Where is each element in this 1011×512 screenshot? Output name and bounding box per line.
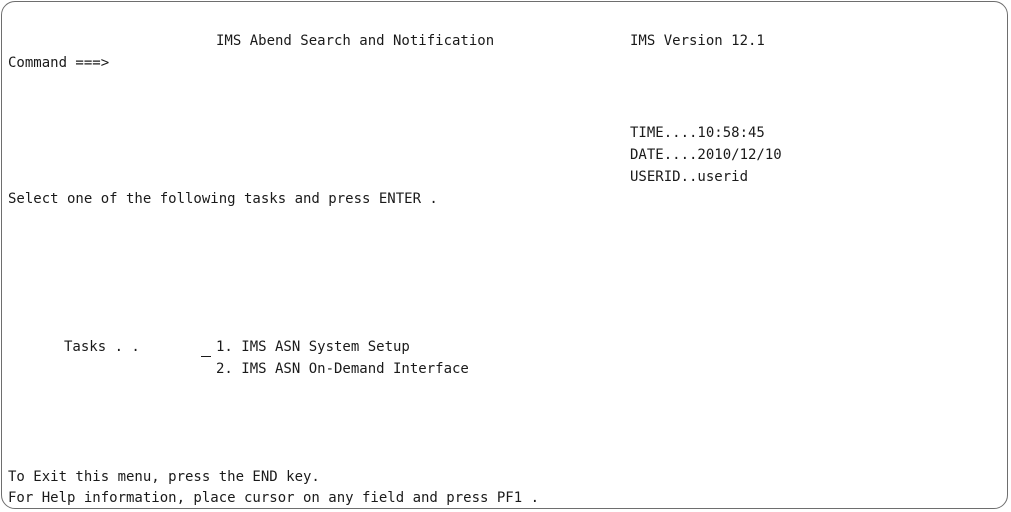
instruction-text: Select one of the following tasks and pr… — [8, 191, 438, 207]
help-hint: For Help information, place cursor on an… — [8, 490, 540, 506]
tasks-label: Tasks . . — [64, 339, 140, 355]
ispf-panel: IMS Abend Search and Notification IMS Ve… — [0, 0, 1011, 512]
date-readout: DATE....2010/12/10 — [630, 147, 782, 163]
task-selection-field[interactable] — [201, 338, 211, 357]
command-input[interactable] — [150, 54, 770, 72]
panel-title: IMS Abend Search and Notification — [216, 33, 495, 49]
userid-readout: USERID..userid — [630, 169, 749, 185]
task-option-on-demand-interface[interactable]: 2. IMS ASN On-Demand Interface — [216, 360, 469, 378]
ims-version: IMS Version 12.1 — [630, 33, 765, 49]
time-readout: TIME....10:58:45 — [630, 125, 765, 141]
task-option-system-setup[interactable]: 1. IMS ASN System Setup — [216, 338, 410, 356]
exit-hint: To Exit this menu, press the END key. — [8, 469, 320, 485]
command-label: Command ===> — [8, 55, 110, 71]
